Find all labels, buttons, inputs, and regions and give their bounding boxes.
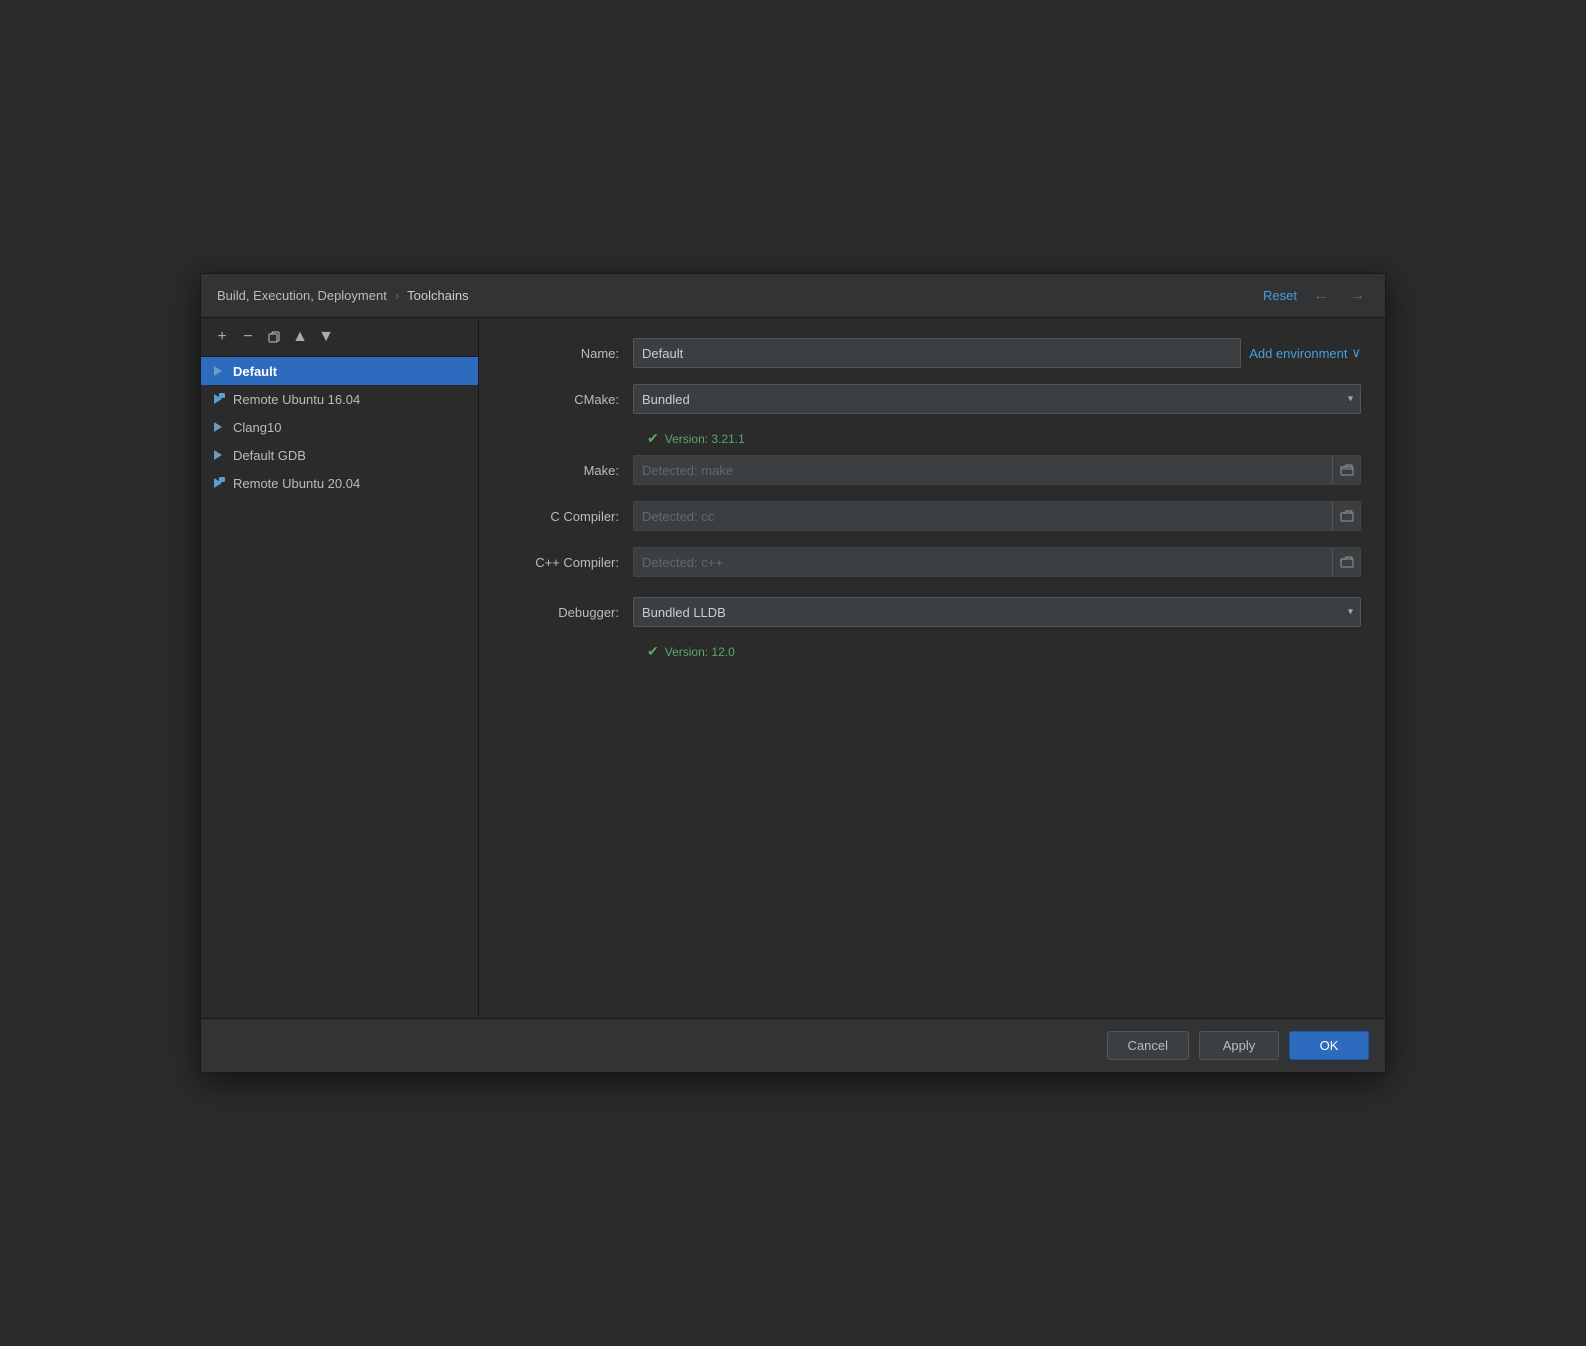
cpp-compiler-placeholder: Detected: c++	[642, 555, 723, 570]
title-actions: Reset ← →	[1263, 287, 1369, 305]
make-detected-value: Detected: make	[633, 455, 1361, 485]
breadcrumb-separator: ›	[395, 288, 399, 303]
debugger-dropdown[interactable]: Bundled LLDB Bundled GDB Custom	[633, 597, 1361, 627]
make-label: Make:	[503, 463, 633, 478]
breadcrumb-parent: Build, Execution, Deployment	[217, 288, 387, 303]
sidebar-item-clang10[interactable]: Clang10	[201, 413, 478, 441]
add-environment-arrow: ∨	[1351, 345, 1361, 361]
sidebar-item-remote-ubuntu-16[interactable]: Remote Ubuntu 16.04	[201, 385, 478, 413]
c-compiler-label: C Compiler:	[503, 509, 633, 524]
c-compiler-row: C Compiler: Detected: cc	[503, 501, 1361, 531]
add-toolchain-button[interactable]: +	[211, 326, 233, 348]
c-compiler-detected-value: Detected: cc	[633, 501, 1361, 531]
right-panel: Name: Add environment ∨ CMake: Bundled	[479, 318, 1385, 1018]
sidebar-item-label: Default GDB	[233, 448, 306, 463]
toolchain-list: Default Remote Ubuntu 16.04	[201, 357, 478, 1018]
breadcrumb-current: Toolchains	[407, 288, 468, 303]
c-compiler-control: Detected: cc	[633, 501, 1361, 531]
make-input-wrapper: Detected: make	[633, 455, 1361, 485]
sidebar-item-remote-ubuntu-20[interactable]: Remote Ubuntu 20.04	[201, 469, 478, 497]
cancel-button[interactable]: Cancel	[1107, 1031, 1189, 1060]
cmake-check-icon: ✔	[647, 430, 659, 447]
name-input[interactable]	[633, 338, 1241, 368]
main-content: + − ▲ ▼	[201, 318, 1385, 1018]
add-environment-button[interactable]: Add environment ∨	[1249, 345, 1361, 361]
toolchain-local-icon	[211, 447, 227, 463]
toolchain-local-icon	[211, 363, 227, 379]
debugger-version-row: ✔ Version: 12.0	[503, 643, 1361, 660]
name-label: Name:	[503, 346, 633, 361]
cmake-label: CMake:	[503, 392, 633, 407]
footer: Cancel Apply OK	[201, 1018, 1385, 1072]
debugger-version-label: Version: 12.0	[665, 645, 735, 659]
cpp-compiler-row: C++ Compiler: Detected: c++	[503, 547, 1361, 577]
move-down-button[interactable]: ▼	[315, 326, 337, 348]
debugger-row: Debugger: Bundled LLDB Bundled GDB Custo…	[503, 597, 1361, 627]
sidebar-toolbar: + − ▲ ▼	[201, 318, 478, 357]
cmake-dropdown-wrapper: Bundled Custom System ▾	[633, 384, 1361, 414]
make-browse-button[interactable]	[1332, 456, 1360, 484]
toolchain-remote-icon	[211, 475, 227, 491]
sidebar: + − ▲ ▼	[201, 318, 479, 1018]
sidebar-item-label: Default	[233, 364, 277, 379]
make-control: Detected: make	[633, 455, 1361, 485]
name-row: Name: Add environment ∨	[503, 338, 1361, 368]
cmake-control: Bundled Custom System ▾	[633, 384, 1361, 414]
breadcrumb-area: Build, Execution, Deployment › Toolchain…	[217, 288, 469, 303]
copy-toolchain-button[interactable]	[263, 326, 285, 348]
forward-button[interactable]: →	[1345, 287, 1369, 305]
move-up-button[interactable]: ▲	[289, 326, 311, 348]
cpp-compiler-input-wrapper: Detected: c++	[633, 547, 1361, 577]
sidebar-item-label: Clang10	[233, 420, 281, 435]
cmake-dropdown[interactable]: Bundled Custom System	[633, 384, 1361, 414]
c-compiler-browse-button[interactable]	[1332, 502, 1360, 530]
debugger-label: Debugger:	[503, 605, 633, 620]
cmake-row: CMake: Bundled Custom System ▾	[503, 384, 1361, 414]
reset-button[interactable]: Reset	[1263, 288, 1297, 303]
sidebar-item-default-gdb[interactable]: Default GDB	[201, 441, 478, 469]
cpp-compiler-label: C++ Compiler:	[503, 555, 633, 570]
debugger-check-icon: ✔	[647, 643, 659, 660]
name-control: Add environment ∨	[633, 338, 1361, 368]
back-button[interactable]: ←	[1309, 287, 1333, 305]
make-row: Make: Detected: make	[503, 455, 1361, 485]
remove-toolchain-button[interactable]: −	[237, 326, 259, 348]
ok-button[interactable]: OK	[1289, 1031, 1369, 1060]
cpp-compiler-browse-button[interactable]	[1332, 548, 1360, 576]
cpp-compiler-detected-value: Detected: c++	[633, 547, 1361, 577]
apply-button[interactable]: Apply	[1199, 1031, 1279, 1060]
title-bar: Build, Execution, Deployment › Toolchain…	[201, 274, 1385, 318]
add-environment-label: Add environment	[1249, 346, 1347, 361]
sidebar-item-label: Remote Ubuntu 20.04	[233, 476, 360, 491]
cmake-version-label: Version: 3.21.1	[665, 432, 745, 446]
cmake-version-row: ✔ Version: 3.21.1	[503, 430, 1361, 447]
sidebar-item-label: Remote Ubuntu 16.04	[233, 392, 360, 407]
toolchain-remote-icon	[211, 391, 227, 407]
cpp-compiler-control: Detected: c++	[633, 547, 1361, 577]
c-compiler-input-wrapper: Detected: cc	[633, 501, 1361, 531]
make-placeholder: Detected: make	[642, 463, 733, 478]
debugger-control: Bundled LLDB Bundled GDB Custom ▾	[633, 597, 1361, 627]
c-compiler-placeholder: Detected: cc	[642, 509, 714, 524]
toolchain-local-icon	[211, 419, 227, 435]
sidebar-item-default[interactable]: Default	[201, 357, 478, 385]
debugger-dropdown-wrapper: Bundled LLDB Bundled GDB Custom ▾	[633, 597, 1361, 627]
